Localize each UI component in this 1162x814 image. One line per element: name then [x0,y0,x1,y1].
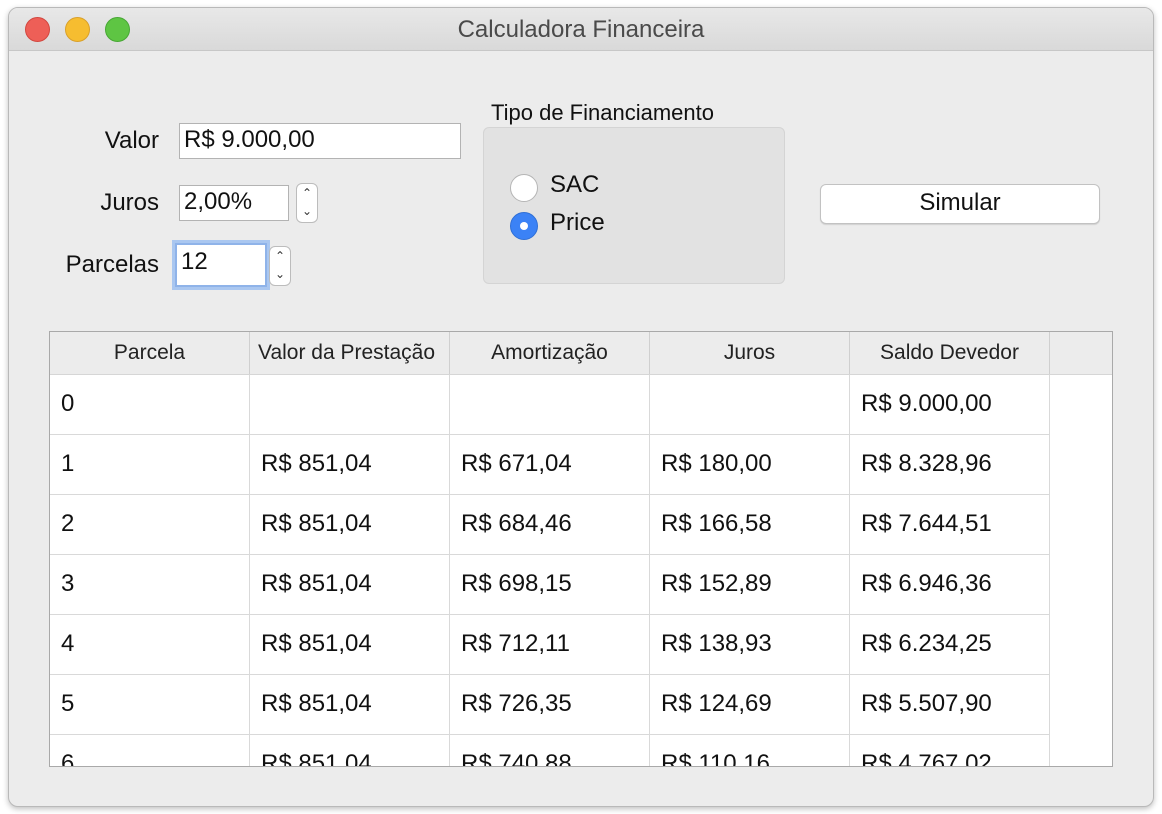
chevron-down-icon[interactable]: ⌄ [297,202,317,220]
juros-label: Juros [100,189,159,216]
table-cell: R$ 138,93 [650,615,850,675]
table-cell [450,375,650,435]
parcelas-input[interactable]: 12 [175,243,267,287]
table-row[interactable]: 6 R$ 851,04 R$ 740,88 R$ 110,16 R$ 4.767,02 [50,735,1050,766]
amortization-table[interactable]: Parcela Valor da Prestação Amortização J… [49,331,1113,767]
juros-input[interactable]: 2,00% [179,185,289,221]
table-cell: 2 [50,495,250,555]
table-cell: R$ 851,04 [250,495,450,555]
radio-sac-label: SAC [550,171,600,198]
header-saldo-devedor[interactable]: Saldo Devedor [850,332,1050,374]
header-juros[interactable]: Juros [650,332,850,374]
radio-sac-circle[interactable] [510,174,538,202]
table-row[interactable]: 0 R$ 9.000,00 [50,375,1050,435]
chevron-up-icon[interactable]: ⌃ [270,247,290,265]
table-cell: R$ 726,35 [450,675,650,735]
window-title: Calculadora Financeira [457,16,705,43]
financing-type-group: SAC Price [483,127,785,284]
table-cell: R$ 671,04 [450,435,650,495]
table-cell: R$ 851,04 [250,555,450,615]
valor-input[interactable]: R$ 9.000,00 [179,123,461,159]
table-cell: R$ 851,04 [250,675,450,735]
table-cell: R$ 166,58 [650,495,850,555]
financing-type-title: Tipo de Financiamento [491,100,714,125]
table-cell [650,375,850,435]
table-cell: R$ 8.328,96 [850,435,1050,495]
table-row[interactable]: 2 R$ 851,04 R$ 684,46 R$ 166,58 R$ 7.644,51 [50,495,1050,555]
parcelas-stepper[interactable]: ⌃ ⌄ [269,246,291,286]
table-row[interactable]: 5 R$ 851,04 R$ 726,35 R$ 124,69 R$ 5.507,90 [50,675,1050,735]
table-cell: R$ 712,11 [450,615,650,675]
title-bar: Calculadora Financeira [9,8,1153,51]
radio-price-label: Price [550,209,605,236]
parcelas-label: Parcelas [65,251,159,278]
header-valor-prestacao[interactable]: Valor da Prestação [250,332,450,374]
table-cell: R$ 684,46 [450,495,650,555]
table-cell: R$ 7.644,51 [850,495,1050,555]
valor-label: Valor [104,127,159,154]
table-cell: R$ 698,15 [450,555,650,615]
table-cell [250,375,450,435]
table-cell: R$ 124,69 [650,675,850,735]
table-row[interactable]: 1 R$ 851,04 R$ 671,04 R$ 180,00 R$ 8.328,96 [50,435,1050,495]
chevron-up-icon[interactable]: ⌃ [297,184,317,202]
header-parcela[interactable]: Parcela [50,332,250,374]
table-cell: R$ 6.946,36 [850,555,1050,615]
table-cell: R$ 180,00 [650,435,850,495]
chevron-down-icon[interactable]: ⌄ [270,265,290,283]
table-cell: R$ 851,04 [250,735,450,766]
table-cell: R$ 110,16 [650,735,850,766]
table-cell: R$ 5.507,90 [850,675,1050,735]
table-cell: R$ 9.000,00 [850,375,1050,435]
table-cell: 0 [50,375,250,435]
table-cell: R$ 6.234,25 [850,615,1050,675]
table-cell: R$ 851,04 [250,615,450,675]
table-row[interactable]: 4 R$ 851,04 R$ 712,11 R$ 138,93 R$ 6.234,25 [50,615,1050,675]
simulate-button[interactable]: Simular [820,184,1100,224]
table-cell: 6 [50,735,250,766]
table-cell: R$ 152,89 [650,555,850,615]
table-cell: R$ 851,04 [250,435,450,495]
table-row[interactable]: 3 R$ 851,04 R$ 698,15 R$ 152,89 R$ 6.946,36 [50,555,1050,615]
table-cell: R$ 4.767,02 [850,735,1050,766]
table-cell: 1 [50,435,250,495]
header-amortizacao[interactable]: Amortização [450,332,650,374]
table-cell: 3 [50,555,250,615]
app-window: Calculadora Financeira Valor R$ 9.000,00… [8,7,1154,807]
table-header: Parcela Valor da Prestação Amortização J… [50,332,1112,375]
juros-stepper[interactable]: ⌃ ⌄ [296,183,318,223]
table-cell: 5 [50,675,250,735]
table-cell: 4 [50,615,250,675]
table-cell: R$ 740,88 [450,735,650,766]
radio-price-circle[interactable] [510,212,538,240]
